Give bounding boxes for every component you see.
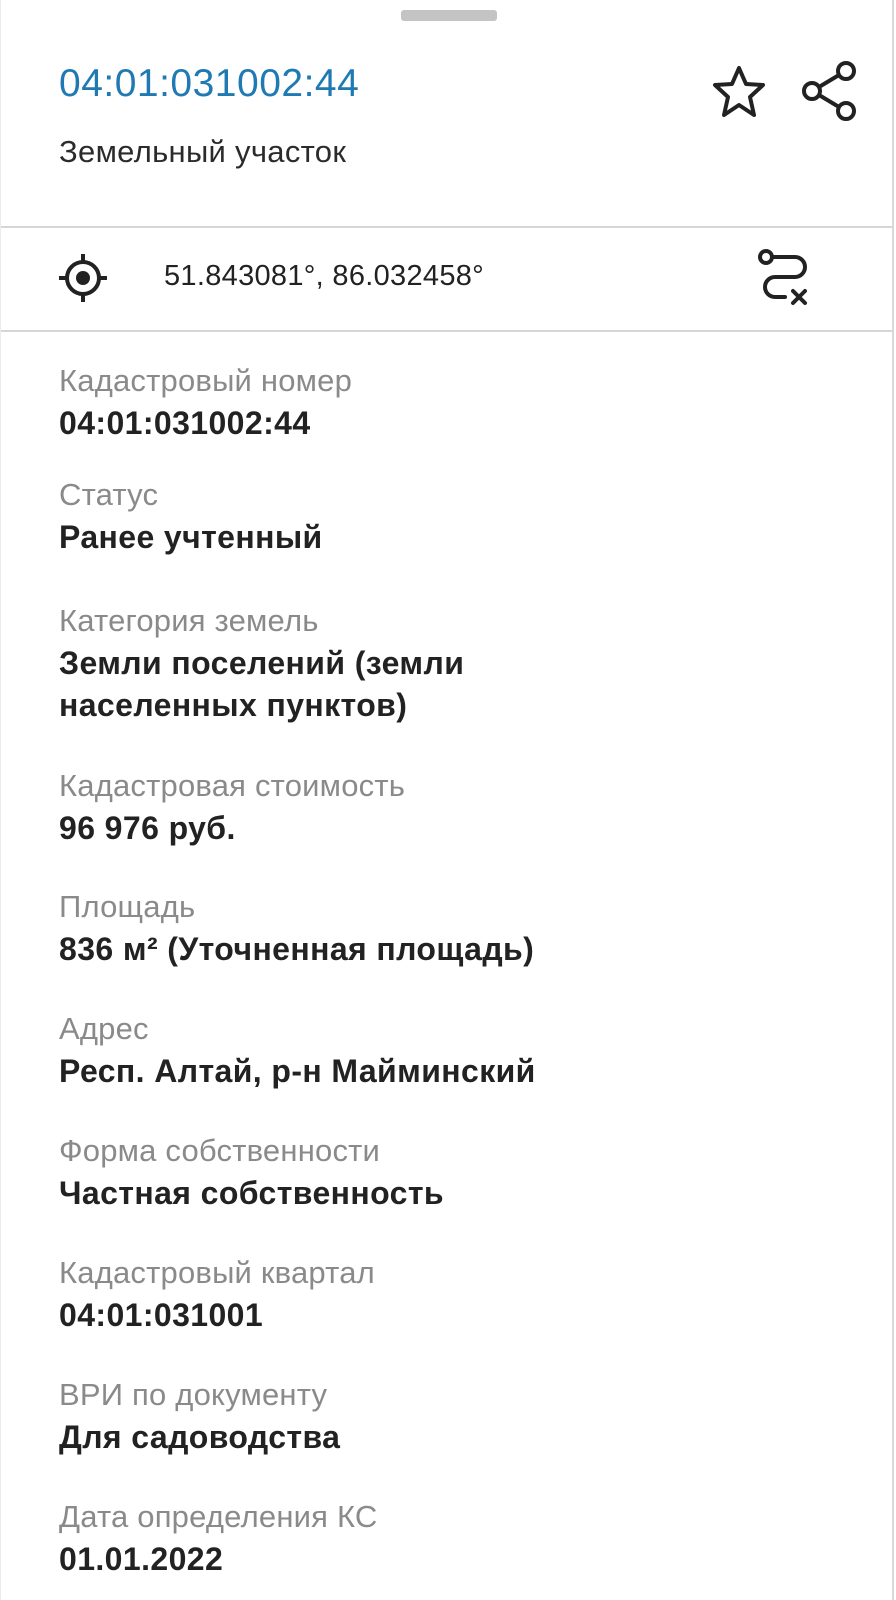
property-value[interactable]: 04:01:031001 bbox=[59, 1294, 375, 1336]
property-value: Респ. Алтай, р-н Майминский bbox=[59, 1053, 536, 1089]
property-value: Земли поселений (земли населенных пункто… bbox=[59, 645, 465, 723]
property-label: Категория земель bbox=[59, 603, 319, 638]
property-permitted-use: ВРИ по документу Для садоводства bbox=[59, 1374, 340, 1458]
favorite-button[interactable] bbox=[707, 60, 771, 124]
property-label: Кадастровый номер bbox=[59, 363, 353, 398]
property-value: 836 м² (Уточненная площадь) bbox=[59, 931, 535, 967]
property-status: Статус Ранее учтенный bbox=[59, 474, 323, 558]
property-area: Площадь 836 м² (Уточненная площадь) bbox=[59, 886, 534, 970]
property-cadastral-quarter: Кадастровый квартал 04:01:031001 bbox=[59, 1252, 375, 1336]
property-value: Ранее учтенный bbox=[59, 519, 323, 555]
property-valuation-date: Дата определения КС 01.01.2022 bbox=[59, 1496, 377, 1580]
property-label: Кадастровый квартал bbox=[59, 1255, 375, 1290]
property-label: Форма собственности bbox=[59, 1133, 381, 1168]
info-panel: 04:01:031002:44 Земельный участок 51.843… bbox=[0, 0, 894, 1600]
property-label: ВРИ по документу bbox=[59, 1377, 328, 1412]
share-icon bbox=[802, 61, 856, 121]
property-value: 04:01:031002:44 bbox=[59, 405, 311, 441]
property-value: Для садоводства bbox=[59, 1419, 341, 1455]
property-address: Адрес Респ. Алтай, р-н Майминский bbox=[59, 1008, 536, 1092]
property-label: Кадастровая стоимость bbox=[59, 768, 406, 803]
property-label: Площадь bbox=[59, 889, 196, 924]
route-button[interactable] bbox=[753, 244, 817, 312]
property-land-category: Категория земель Земли поселений (земли … bbox=[59, 600, 659, 726]
locate-button[interactable] bbox=[55, 248, 111, 308]
star-outline-icon bbox=[713, 66, 765, 117]
coordinates-bar: 51.843081°, 86.032458° bbox=[1, 228, 892, 332]
share-button[interactable] bbox=[797, 56, 861, 126]
property-value: Частная собственность bbox=[59, 1175, 444, 1211]
object-type-subtitle: Земельный участок bbox=[59, 134, 347, 169]
route-clear-icon bbox=[758, 249, 807, 305]
panel-header: 04:01:031002:44 Земельный участок bbox=[1, 0, 892, 228]
crosshair-icon bbox=[59, 254, 107, 302]
property-value: 96 976 руб. bbox=[59, 810, 236, 846]
property-label: Дата определения КС bbox=[59, 1499, 378, 1534]
coordinates-text[interactable]: 51.843081°, 86.032458° bbox=[164, 260, 484, 293]
property-cadastral-value: Кадастровая стоимость 96 976 руб. bbox=[59, 765, 405, 849]
cadastral-number-title[interactable]: 04:01:031002:44 bbox=[59, 62, 359, 106]
property-cadastral-number: Кадастровый номер 04:01:031002:44 bbox=[59, 360, 352, 444]
property-value: 01.01.2022 bbox=[59, 1541, 224, 1577]
property-ownership-form: Форма собственности Частная собственност… bbox=[59, 1130, 444, 1214]
property-label: Статус bbox=[59, 477, 159, 512]
property-label: Адрес bbox=[59, 1011, 149, 1046]
